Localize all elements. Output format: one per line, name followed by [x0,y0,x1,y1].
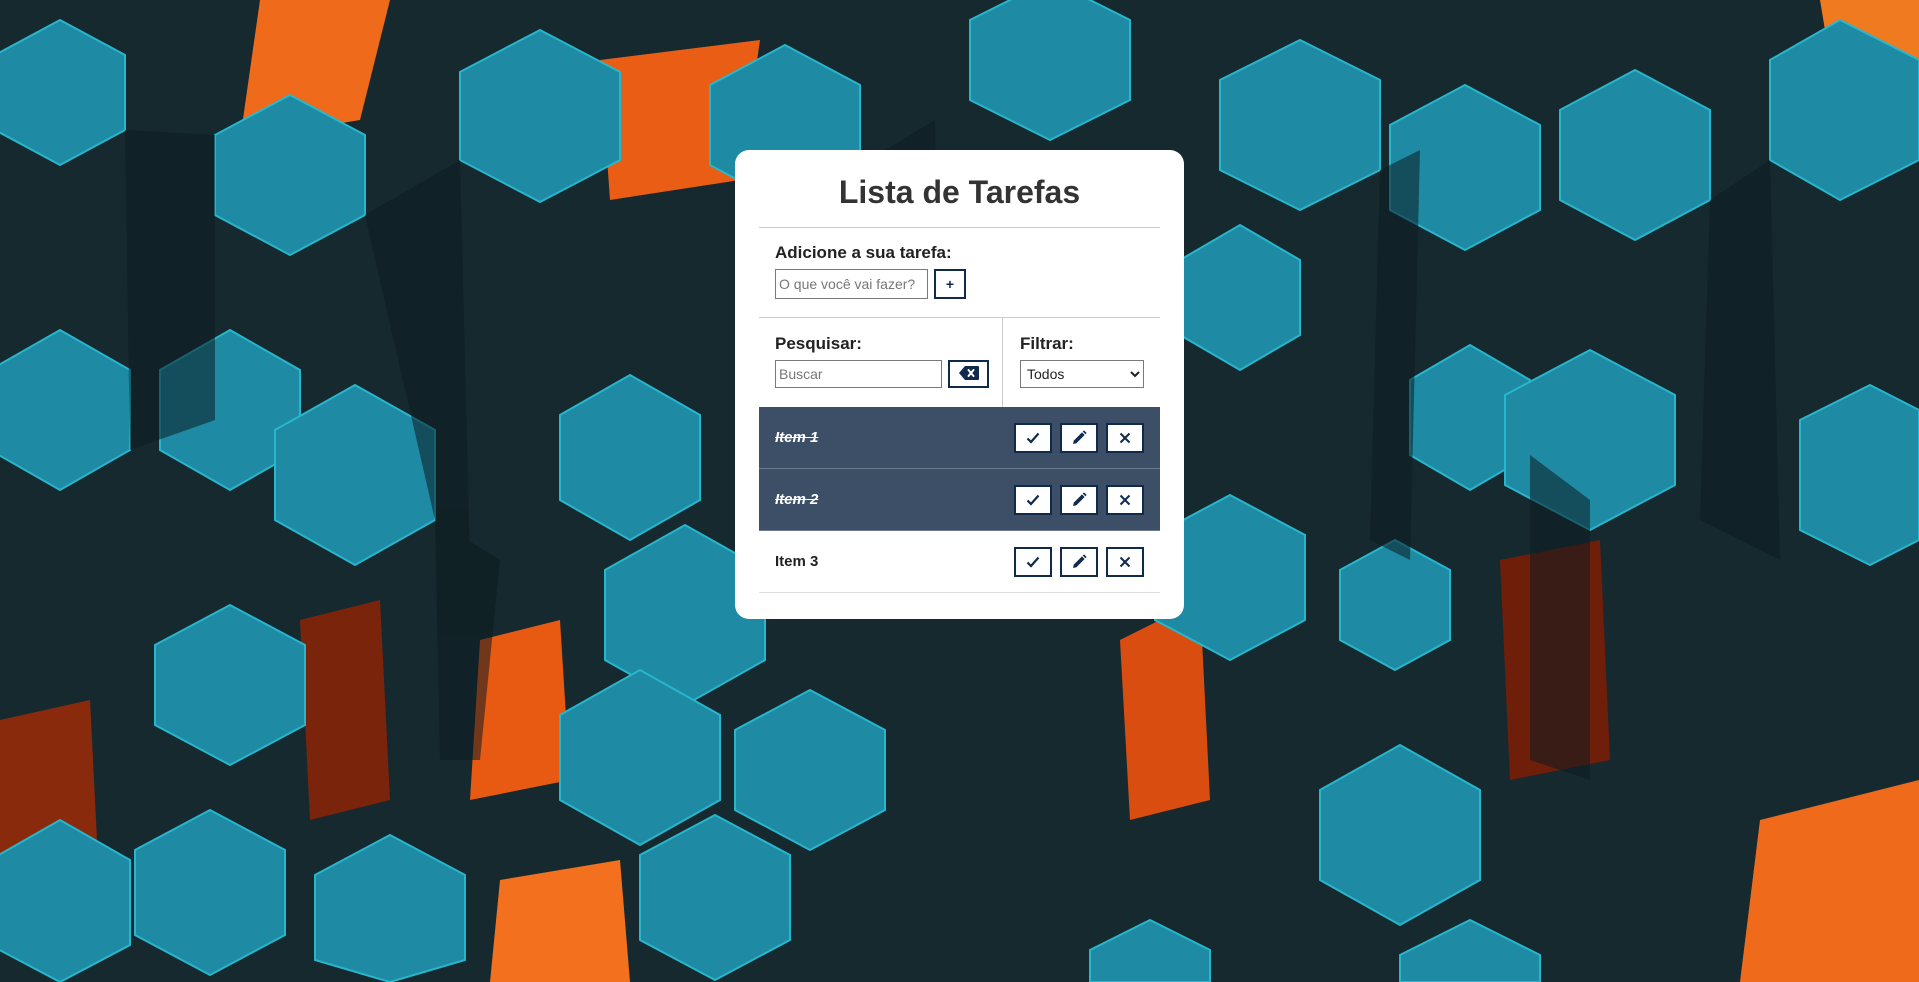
remove-todo-button[interactable] [1106,422,1144,453]
todo-text: Item 1 [775,429,819,446]
search-row [775,360,1002,388]
check-icon [1026,494,1040,506]
add-task-button[interactable]: + [934,269,966,299]
filter-section: Filtrar: Todos [1003,318,1144,407]
clear-search-button[interactable] [948,360,989,388]
todo-item: Item 3 [759,531,1160,593]
todo-actions [1014,546,1144,577]
todo-list: Item 1 Item 2 Item 3 [759,407,1160,593]
check-icon [1026,432,1040,444]
todo-text: Item 2 [775,491,819,508]
pen-icon [1071,429,1087,446]
add-task-row: + [775,269,1144,299]
filter-select[interactable]: Todos [1020,360,1144,388]
edit-todo-button[interactable] [1060,546,1098,577]
page-title: Lista de Tarefas [759,150,1160,228]
todo-item: Item 2 [759,469,1160,531]
finish-todo-button[interactable] [1014,546,1052,577]
filter-row: Todos [1020,360,1144,388]
pen-icon [1071,491,1087,508]
todo-actions [1014,422,1144,453]
todo-item: Item 1 [759,407,1160,469]
pen-icon [1071,553,1087,570]
backspace-icon [958,365,979,383]
todo-card: Lista de Tarefas Adicione a sua tarefa: … [735,150,1184,619]
filter-label: Filtrar: [1020,334,1074,353]
add-button-label: + [945,276,955,292]
toolbar: Pesquisar: Filtrar: Todos [759,318,1160,407]
edit-todo-button[interactable] [1060,484,1098,515]
finish-todo-button[interactable] [1014,422,1052,453]
remove-todo-button[interactable] [1106,484,1144,515]
add-task-label: Adicione a sua tarefa: [775,243,952,262]
add-task-form: Adicione a sua tarefa: + [759,228,1160,318]
add-task-input[interactable] [775,269,928,299]
x-icon [1119,494,1131,506]
check-icon [1026,556,1040,568]
x-icon [1119,432,1131,444]
x-icon [1119,556,1131,568]
search-label: Pesquisar: [775,334,862,353]
search-section: Pesquisar: [775,318,1003,407]
search-input[interactable] [775,360,942,388]
todo-actions [1014,484,1144,515]
edit-todo-button[interactable] [1060,422,1098,453]
remove-todo-button[interactable] [1106,546,1144,577]
finish-todo-button[interactable] [1014,484,1052,515]
todo-text: Item 3 [775,553,819,570]
